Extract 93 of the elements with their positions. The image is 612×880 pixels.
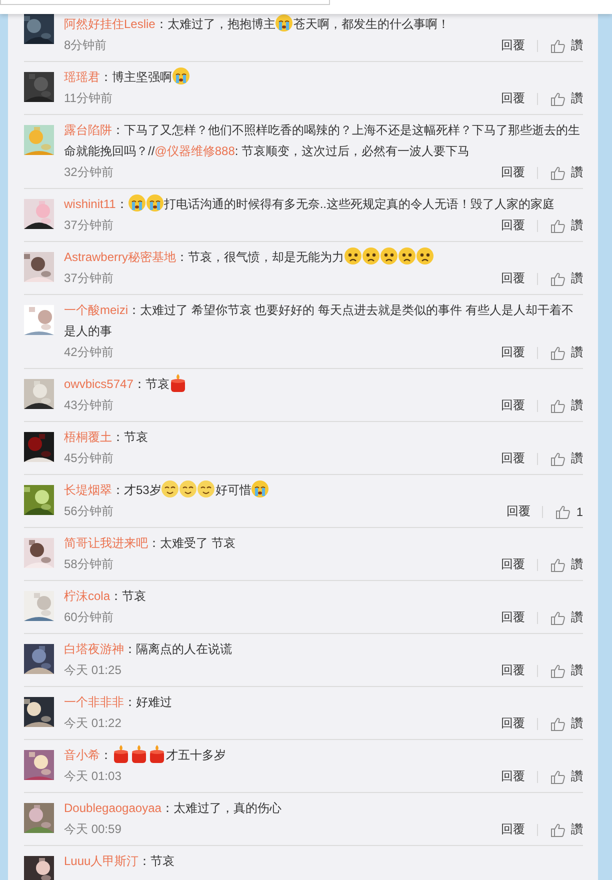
like-button[interactable]: 讚 bbox=[550, 609, 583, 626]
crying-emoji-icon bbox=[275, 14, 294, 32]
comment-time: 今天 01:03 bbox=[64, 768, 122, 785]
thumbs-up-icon bbox=[550, 218, 566, 234]
candle-icon bbox=[112, 745, 130, 763]
like-button[interactable]: 讚 bbox=[550, 344, 583, 361]
smiling-emoji-icon bbox=[161, 480, 180, 498]
comment-time: 60分钟前 bbox=[64, 609, 114, 626]
candle-icon bbox=[130, 745, 148, 763]
like-button[interactable]: 讚 bbox=[550, 450, 583, 467]
reply-link[interactable]: 回覆 bbox=[501, 609, 525, 626]
comment-time: 32分钟前 bbox=[64, 164, 114, 181]
comment-text: 长堤烟翠：才53岁 好可惜 bbox=[64, 480, 583, 501]
candle-icon bbox=[169, 374, 188, 392]
thumbs-up-icon bbox=[550, 164, 566, 180]
like-button[interactable]: 讚 bbox=[550, 37, 583, 54]
thumbs-up-icon bbox=[550, 270, 566, 286]
comment-time: 37分钟前 bbox=[64, 270, 114, 287]
like-button[interactable]: 讚 bbox=[550, 715, 583, 732]
reply-link[interactable]: 回覆 bbox=[501, 270, 525, 287]
reply-link[interactable]: 回覆 bbox=[501, 662, 525, 679]
reply-link[interactable]: 回覆 bbox=[501, 344, 525, 361]
smiling-emoji-icon bbox=[179, 480, 198, 498]
thumbs-up-icon bbox=[550, 768, 566, 784]
reply-link[interactable]: 回覆 bbox=[501, 397, 525, 414]
crying-emoji-icon bbox=[128, 194, 146, 212]
comment-text: 一个酸meizi：太难过了 希望你节哀 也要好好的 每天点进去就是类似的事件 有些人是人却干着不是人的事 bbox=[64, 302, 574, 340]
comment-time: 58分钟前 bbox=[64, 556, 114, 573]
crying-emoji-icon bbox=[251, 480, 270, 498]
thumbs-up-icon bbox=[555, 504, 572, 520]
thumbs-up-icon bbox=[550, 556, 566, 572]
comment-text: 瑶瑶君：博主坚强啊 bbox=[64, 67, 583, 88]
crying-emoji-icon bbox=[172, 67, 190, 85]
comment-text: 阿然好挂住Leslie：太难过了，抱抱博主 苍天啊，都发生的什么事啊！ bbox=[64, 14, 583, 35]
comment-time: 11分钟前 bbox=[64, 90, 114, 107]
comment-text: 白塔夜游神：隔离点的人在说谎 bbox=[64, 641, 233, 658]
comment-time: 今天 01:22 bbox=[64, 715, 122, 732]
thumbs-up-icon bbox=[550, 610, 566, 626]
thumbs-up-icon bbox=[550, 450, 566, 466]
thumbs-up-icon bbox=[550, 822, 566, 838]
smiling-emoji-icon bbox=[197, 480, 216, 498]
like-button[interactable]: 讚 bbox=[550, 270, 583, 287]
thumbs-up-icon bbox=[550, 344, 566, 360]
like-button[interactable]: 讚 bbox=[550, 662, 583, 679]
comment-time: 37分钟前 bbox=[64, 217, 114, 234]
reply-link[interactable]: 回覆 bbox=[501, 768, 525, 785]
like-button[interactable]: 讚 bbox=[550, 556, 583, 573]
comment-text: Astrawberry秘密基地：节哀，很气愤，却是无能为力 bbox=[64, 247, 583, 268]
sad-emoji-icon bbox=[344, 247, 362, 265]
reply-link[interactable]: 回覆 bbox=[501, 164, 525, 181]
sad-emoji-icon bbox=[398, 247, 416, 265]
reply-link[interactable]: 回覆 bbox=[506, 503, 530, 520]
like-button[interactable]: 讚 bbox=[550, 397, 583, 414]
comment-time: 8分钟前 bbox=[64, 37, 108, 54]
comment-text: Luuu人甲斯汀：节哀 bbox=[64, 853, 176, 870]
reply-link[interactable]: 回覆 bbox=[501, 450, 525, 467]
candle-icon bbox=[148, 745, 166, 763]
like-button[interactable]: 讚 bbox=[550, 768, 583, 785]
sad-emoji-icon bbox=[380, 247, 398, 265]
thumbs-up-icon bbox=[550, 662, 566, 678]
reply-link[interactable]: 回覆 bbox=[501, 37, 525, 54]
thumbs-up-icon bbox=[550, 90, 566, 106]
reply-link[interactable]: 回覆 bbox=[501, 217, 525, 234]
reply-link[interactable]: 回覆 bbox=[501, 715, 525, 732]
thumbs-up-icon bbox=[550, 716, 566, 732]
like-button[interactable]: 讚 bbox=[550, 217, 583, 234]
like-button[interactable]: 1 bbox=[555, 504, 583, 520]
crying-emoji-icon bbox=[146, 194, 164, 212]
thumbs-up-icon bbox=[550, 38, 566, 54]
comment-time: 今天 01:25 bbox=[64, 662, 122, 679]
comment-text: Doublegaogaoyaa：太难过了，真的伤心 bbox=[64, 800, 282, 817]
comment-text: 露台陷阱：下马了又怎样？他们不照样吃香的喝辣的？上海不还是这幅死样？下马了那些逝去的生命就能挽回吗？//@仪器维修888: 节哀顺变，这次过后，必然有一波人要下马 bbox=[64, 122, 581, 160]
like-button[interactable]: 讚 bbox=[550, 90, 583, 107]
comment-text: wishinit11： 打电话沟通的时候得有多无奈..这些死规定真的令人无语！毁了人家的家庭 bbox=[64, 194, 583, 215]
comment-time: 45分钟前 bbox=[64, 450, 114, 467]
comment-time: 今天 00:59 bbox=[64, 821, 122, 838]
comment-text: 柠沫cola：节哀 bbox=[64, 588, 148, 605]
reply-link[interactable]: 回覆 bbox=[501, 556, 525, 573]
comment-text: 简哥让我进来吧：太难受了 节哀 bbox=[64, 535, 236, 552]
comment-time: 42分钟前 bbox=[64, 344, 114, 361]
sad-emoji-icon bbox=[362, 247, 380, 265]
reply-link[interactable]: 回覆 bbox=[501, 90, 525, 107]
like-button[interactable]: 讚 bbox=[550, 821, 583, 838]
comment-time: 56分钟前 bbox=[64, 503, 114, 520]
comment-text: owvbics5747：节哀 bbox=[64, 374, 583, 395]
thumbs-up-icon bbox=[550, 398, 566, 414]
sad-emoji-icon bbox=[416, 247, 434, 265]
comment-text: 一个非非非：好难过 bbox=[64, 694, 173, 711]
comment-text: 梧桐覆土：节哀 bbox=[64, 429, 149, 446]
like-button[interactable]: 讚 bbox=[550, 164, 583, 181]
comment-time: 43分钟前 bbox=[64, 397, 114, 414]
comment-text: 音小希： 才五十多岁 bbox=[64, 745, 583, 766]
reply-link[interactable]: 回覆 bbox=[501, 821, 525, 838]
